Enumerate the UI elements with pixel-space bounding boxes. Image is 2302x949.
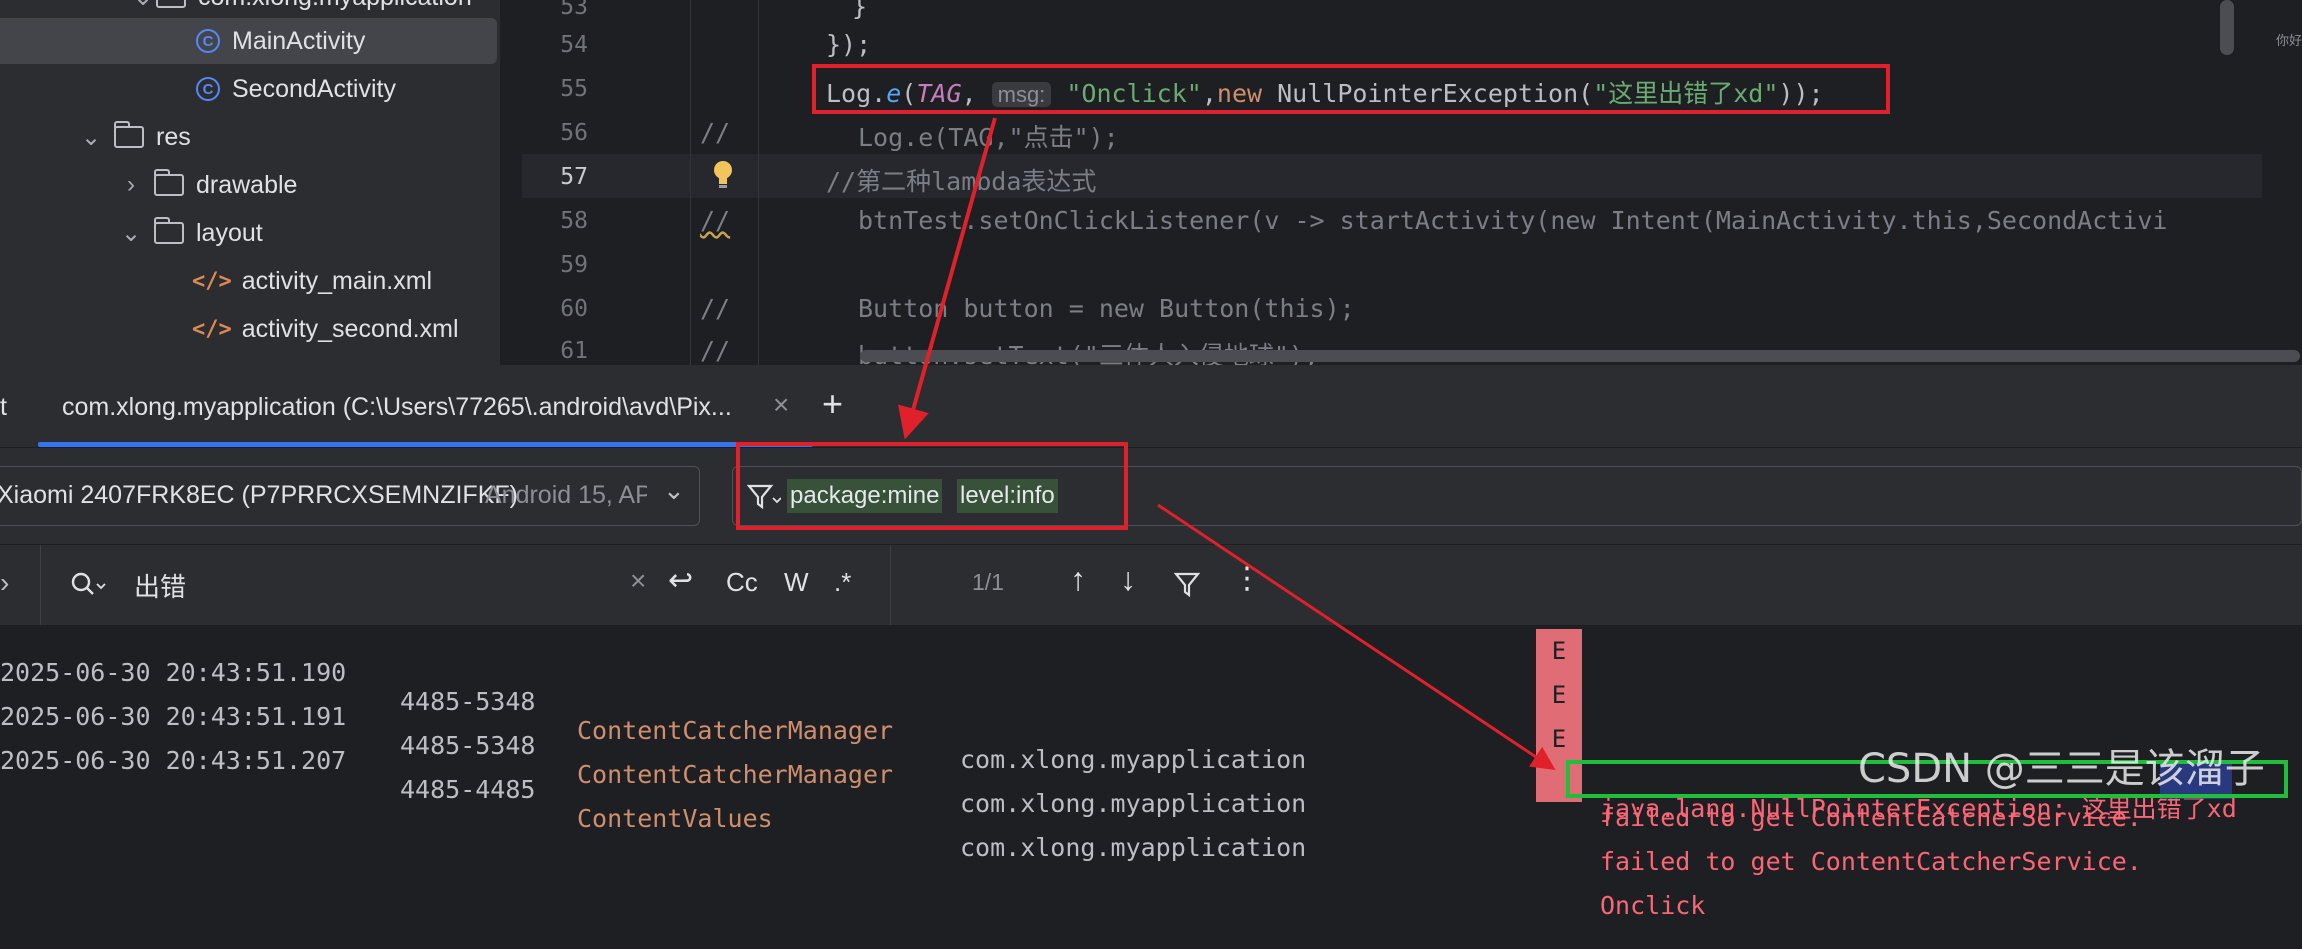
- arrow-filter-to-exception: [1157, 503, 1556, 770]
- arrow-code-to-filter: [897, 117, 997, 440]
- log-message: Onclick: [1600, 891, 1706, 920]
- log-package: com.xlong.myapplication: [960, 833, 1307, 862]
- log-message: failed to get ContentCatcherService.: [1600, 847, 2142, 876]
- annotation-arrows: [897, 117, 1556, 770]
- log-tag: ContentValues: [577, 804, 773, 833]
- watermark: CSDN @三三是该溜子: [1858, 746, 2265, 792]
